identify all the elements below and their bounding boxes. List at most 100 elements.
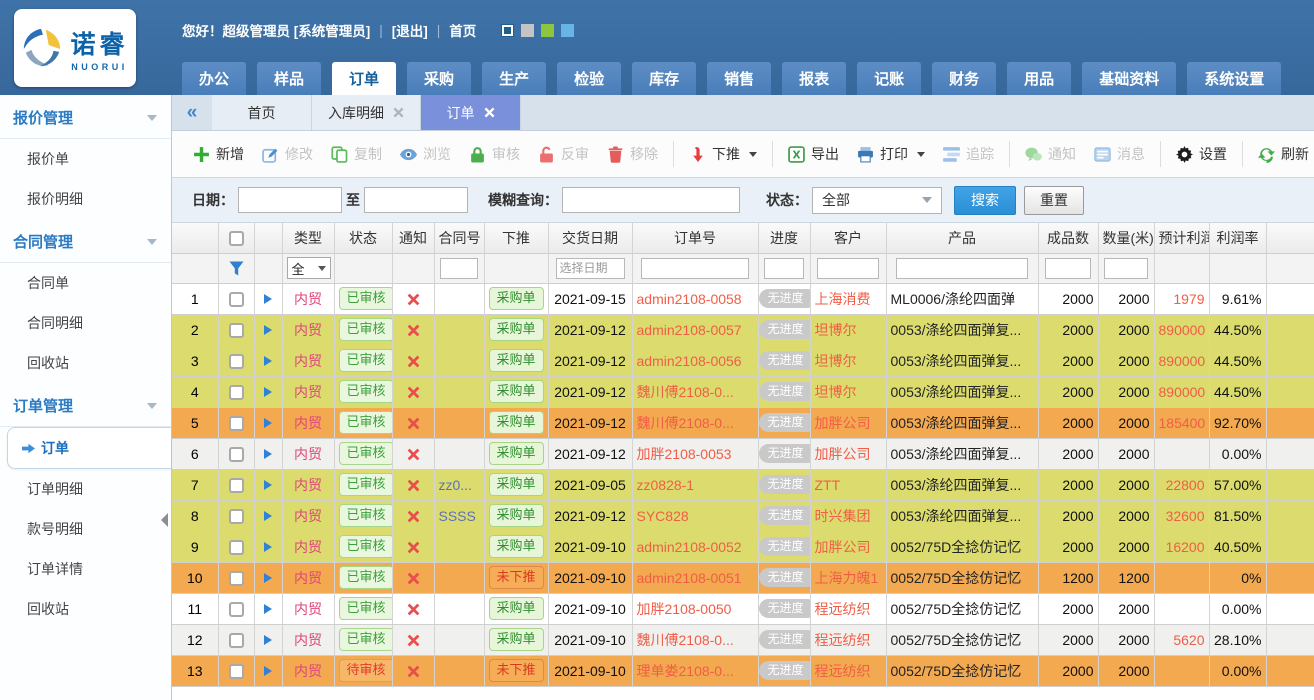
col-header-date[interactable]: 交货日期	[548, 223, 632, 253]
table-row[interactable]: 13内贸待审核未下推2021-09-10理单娄2108-0...无进度程远纺织0…	[172, 655, 1314, 686]
theme-square-gray[interactable]	[521, 24, 534, 37]
table-row[interactable]: 4内贸已审核采购单2021-09-12魏川傅2108-0...无进度坦博尔005…	[172, 376, 1314, 407]
cell-expand[interactable]	[254, 314, 282, 345]
cell-expand[interactable]	[254, 531, 282, 562]
filter-qty_m[interactable]	[1098, 253, 1154, 283]
cell-expand[interactable]	[254, 469, 282, 500]
col-header-qty_fin[interactable]: 成品数	[1038, 223, 1098, 253]
row-checkbox[interactable]	[229, 478, 244, 493]
col-header-customer[interactable]: 客户	[810, 223, 886, 253]
toolbar-button-add[interactable]: 新增	[184, 138, 253, 170]
table-row[interactable]: 10内贸已审核未下推2021-09-10admin2108-0051无进度上海力…	[172, 562, 1314, 593]
toolbar-button-remove[interactable]: 移除	[598, 138, 667, 170]
cell-check[interactable]	[218, 562, 254, 593]
row-checkbox[interactable]	[229, 447, 244, 462]
table-row[interactable]: 11内贸已审核采购单2021-09-10加胖2108-0050无进度程远纺织00…	[172, 593, 1314, 624]
table-row[interactable]: 9内贸已审核采购单2021-09-10admin2108-0052无进度加胖公司…	[172, 531, 1314, 562]
doc-tab-home[interactable]: 首页	[212, 95, 312, 130]
cell-check[interactable]	[218, 469, 254, 500]
sidebar-section-order-mgmt[interactable]: 订单管理	[0, 383, 171, 427]
expand-row-icon[interactable]	[264, 449, 272, 459]
col-header-type[interactable]: 类型	[282, 223, 334, 253]
cell-expand[interactable]	[254, 593, 282, 624]
sidebar-item-contract-recycle[interactable]: 回收站	[0, 343, 171, 383]
cell-check[interactable]	[218, 655, 254, 686]
cell-expand[interactable]	[254, 345, 282, 376]
qty_fin-filter-input[interactable]	[1045, 258, 1092, 279]
cell-check[interactable]	[218, 438, 254, 469]
toolbar-button-browse[interactable]: 浏览	[391, 138, 460, 170]
nav-tab-bookkeeping[interactable]: 记账	[857, 62, 921, 95]
sidebar-item-quote[interactable]: 报价单	[0, 139, 171, 179]
toolbar-button-print[interactable]: 打印	[848, 138, 934, 170]
row-checkbox[interactable]	[229, 509, 244, 524]
logout-link[interactable]: [退出]	[392, 20, 428, 40]
row-checkbox[interactable]	[229, 664, 244, 679]
toolbar-button-push-down[interactable]: 下推	[680, 138, 766, 170]
filter-product[interactable]	[886, 253, 1038, 283]
cell-check[interactable]	[218, 345, 254, 376]
row-checkbox[interactable]	[229, 323, 244, 338]
row-checkbox[interactable]	[229, 633, 244, 648]
tabs-scroll-back[interactable]: «	[172, 95, 212, 130]
nav-tab-office[interactable]: 办公	[182, 62, 246, 95]
cell-expand[interactable]	[254, 376, 282, 407]
expand-row-icon[interactable]	[264, 356, 272, 366]
expand-row-icon[interactable]	[264, 573, 272, 583]
expand-row-icon[interactable]	[264, 666, 272, 676]
fuzzy-search-input[interactable]	[562, 187, 740, 213]
expand-row-icon[interactable]	[264, 480, 272, 490]
toolbar-button-track[interactable]: 追踪	[934, 138, 1003, 170]
toolbar-button-notify[interactable]: 通知	[1016, 138, 1085, 170]
cell-expand[interactable]	[254, 438, 282, 469]
sidebar-item-order-info[interactable]: 订单详情	[0, 549, 171, 589]
table-row[interactable]: 6内贸已审核采购单2021-09-12加胖2108-0053无进度加胖公司005…	[172, 438, 1314, 469]
sidebar-item-order-recycle[interactable]: 回收站	[0, 589, 171, 629]
col-header-notify[interactable]: 通知	[392, 223, 434, 253]
cell-expand[interactable]	[254, 655, 282, 686]
sidebar-item-contract[interactable]: 合同单	[0, 263, 171, 303]
toolbar-button-refresh[interactable]: 刷新	[1249, 138, 1314, 170]
expand-row-icon[interactable]	[264, 542, 272, 552]
table-row[interactable]: 5内贸已审核采购单2021-09-12魏川傅2108-0...无进度加胖公司00…	[172, 407, 1314, 438]
filter-progress[interactable]	[758, 253, 810, 283]
progress-filter-input[interactable]	[764, 258, 804, 279]
status-select[interactable]: 全部	[812, 187, 942, 214]
sidebar-item-order[interactable]: 订单	[7, 427, 171, 469]
col-header-orderno[interactable]: 订单号	[632, 223, 758, 253]
nav-tab-purchase[interactable]: 采购	[407, 62, 471, 95]
toolbar-button-edit[interactable]: 修改	[253, 138, 322, 170]
col-header-status[interactable]: 状态	[334, 223, 392, 253]
doc-tab-order[interactable]: 订单	[421, 95, 521, 130]
doc-tab-inbound-detail[interactable]: 入库明细	[312, 95, 421, 130]
cell-check[interactable]	[218, 593, 254, 624]
row-checkbox[interactable]	[229, 602, 244, 617]
table-row[interactable]: 2内贸已审核采购单2021-09-12admin2108-0057无进度坦博尔0…	[172, 314, 1314, 345]
nav-tab-sales[interactable]: 销售	[707, 62, 771, 95]
cell-expand[interactable]	[254, 500, 282, 531]
filter-check[interactable]	[218, 253, 254, 283]
nav-tab-production[interactable]: 生产	[482, 62, 546, 95]
customer-filter-input[interactable]	[817, 258, 879, 279]
expand-row-icon[interactable]	[264, 635, 272, 645]
sidebar-item-contract-detail[interactable]: 合同明细	[0, 303, 171, 343]
sidebar-item-quote-detail[interactable]: 报价明细	[0, 179, 171, 219]
table-row[interactable]: 12内贸已审核采购单2021-09-10魏川傅2108-0...无进度程远纺织0…	[172, 624, 1314, 655]
cell-check[interactable]	[218, 407, 254, 438]
theme-square-dark-blue[interactable]	[501, 24, 514, 37]
col-header-rate[interactable]: 利润率	[1209, 223, 1266, 253]
search-button[interactable]: 搜索	[954, 186, 1016, 215]
qty_m-filter-input[interactable]	[1104, 258, 1147, 279]
toolbar-button-approve[interactable]: 审核	[460, 138, 529, 170]
cell-check[interactable]	[218, 283, 254, 314]
table-row[interactable]: 7内贸已审核zz0...采购单2021-09-05zz0828-1无进度ZTT0…	[172, 469, 1314, 500]
cell-expand[interactable]	[254, 407, 282, 438]
table-row[interactable]: 1内贸已审核采购单2021-09-15admin2108-0058无进度上海消费…	[172, 283, 1314, 314]
nav-tab-base-data[interactable]: 基础资料	[1082, 62, 1176, 95]
col-header-progress[interactable]: 进度	[758, 223, 810, 253]
cell-check[interactable]	[218, 500, 254, 531]
col-header-contract[interactable]: 合同号	[434, 223, 484, 253]
nav-tab-report[interactable]: 报表	[782, 62, 846, 95]
table-row[interactable]: 8内贸已审核SSSS采购单2021-09-12SYC828无进度时兴集团0053…	[172, 500, 1314, 531]
nav-tab-order[interactable]: 订单	[332, 62, 396, 95]
